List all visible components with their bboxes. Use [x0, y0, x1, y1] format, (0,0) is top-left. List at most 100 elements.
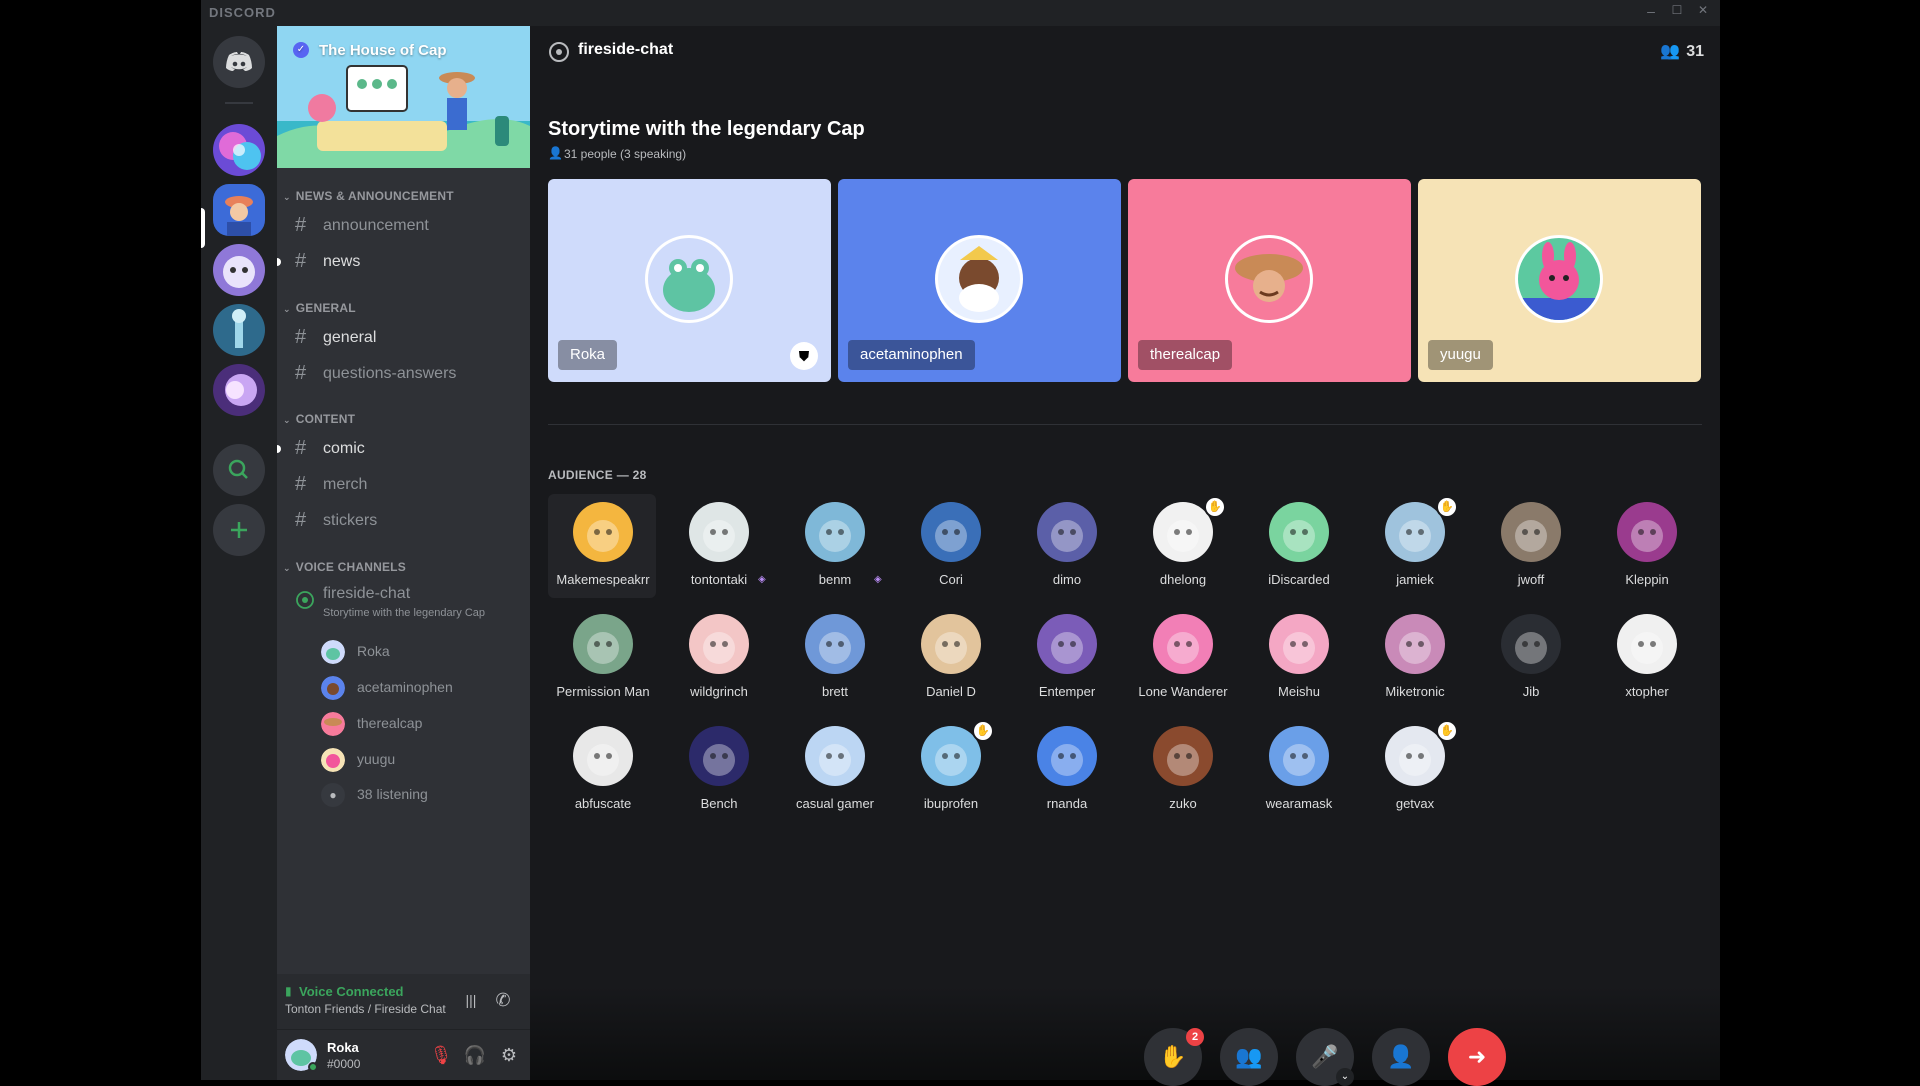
close-button[interactable]: ✕ — [1693, 3, 1713, 17]
avatar — [1501, 502, 1561, 562]
audience-member-name: abfuscate — [548, 796, 658, 811]
add-server-button[interactable] — [213, 504, 265, 556]
chevron-down-icon[interactable]: ⌄ — [1336, 1068, 1354, 1086]
server-icon-5[interactable] — [213, 364, 265, 416]
audience-member-name: rnanda — [1012, 796, 1122, 811]
audience-member[interactable]: Miketronic — [1360, 606, 1468, 710]
headphones-icon[interactable]: 🎧 — [461, 1041, 489, 1069]
audience-member[interactable]: brett — [780, 606, 888, 710]
selected-server-indicator — [201, 208, 205, 248]
member-count-button[interactable]: 👥31 — [1660, 41, 1704, 61]
online-status-icon — [308, 1062, 318, 1072]
invite-speakers-button[interactable]: 👥 — [1220, 1028, 1278, 1086]
audience-member[interactable]: iDiscarded — [1244, 494, 1352, 598]
channel-questions-answers[interactable]: #questions-answers — [285, 358, 520, 390]
raised-hand-icon: ✋ — [1436, 496, 1458, 518]
avatar — [321, 676, 345, 700]
audience-member-name: Cori — [896, 572, 1006, 587]
channel-stickers[interactable]: #stickers — [285, 505, 520, 537]
audience-member[interactable]: rnanda — [1012, 718, 1120, 822]
audience-member[interactable]: getvax✋ — [1360, 718, 1468, 822]
stage-channel-icon — [295, 590, 315, 610]
audience-member[interactable]: Entemper — [1012, 606, 1120, 710]
channel-announcement[interactable]: #announcement — [285, 210, 520, 242]
category-voice[interactable]: ⌄VOICE CHANNELS — [283, 560, 406, 574]
audience-member[interactable]: wildgrinch — [664, 606, 772, 710]
home-button[interactable] — [213, 36, 265, 88]
invite-button[interactable]: 👤 — [1372, 1028, 1430, 1086]
audience-member[interactable]: Kleppin — [1592, 494, 1700, 598]
people-icon: ● — [321, 783, 345, 807]
avatar — [689, 502, 749, 562]
audience-member[interactable]: benm◈ — [780, 494, 888, 598]
audience-member[interactable]: Lone Wanderer — [1128, 606, 1236, 710]
audience-member[interactable]: casual gamer — [780, 718, 888, 822]
audience-member-name: Bench — [664, 796, 774, 811]
speaker-tile[interactable]: yuugu — [1418, 179, 1701, 382]
explore-servers-button[interactable] — [213, 444, 265, 496]
avatar — [573, 614, 633, 674]
channel-comic[interactable]: #comic — [285, 433, 520, 465]
noise-suppression-icon[interactable]: ||| — [457, 986, 485, 1014]
audience-member[interactable]: Makemespeakrr — [548, 494, 656, 598]
audience-member-name: jwoff — [1476, 572, 1586, 587]
audience-member[interactable]: wearamask — [1244, 718, 1352, 822]
text-channel-icon: # — [295, 250, 306, 273]
user-tag: #0000 — [327, 1057, 360, 1071]
audience-member[interactable]: Permission Man — [548, 606, 656, 710]
server-name-header[interactable]: ✓ The House of Cap ⌄ — [319, 42, 447, 59]
speaker-tile[interactable]: acetaminophen — [838, 179, 1121, 382]
server-icon-3[interactable] — [213, 244, 265, 296]
title-bar: DISCORD – ☐ ✕ — [201, 0, 1720, 26]
category-content[interactable]: ⌄CONTENT — [283, 412, 355, 426]
stage-topic: Storytime with the legendary Cap — [548, 118, 865, 141]
microphone-button[interactable]: 🎤 ⌄ — [1296, 1028, 1354, 1086]
audience-member[interactable]: Daniel D — [896, 606, 1004, 710]
channel-merch[interactable]: #merch — [285, 469, 520, 501]
audience-member-name: dimo — [1012, 572, 1122, 587]
text-channel-icon: # — [295, 473, 306, 496]
category-news[interactable]: ⌄NEWS & ANNOUNCEMENT — [283, 189, 454, 203]
gear-icon[interactable]: ⚙ — [495, 1041, 523, 1069]
channel-news[interactable]: #news — [285, 246, 520, 278]
channel-general[interactable]: #general — [285, 322, 520, 354]
audience-member[interactable]: jwoff — [1476, 494, 1584, 598]
audience-member[interactable]: abfuscate — [548, 718, 656, 822]
avatar — [805, 726, 865, 786]
disconnect-icon[interactable]: ✆ — [489, 986, 517, 1014]
audience-member[interactable]: Cori — [896, 494, 1004, 598]
mute-mic-icon[interactable]: 🎙 — [427, 1041, 455, 1069]
raise-hand-button[interactable]: ✋ 2 — [1144, 1028, 1202, 1086]
server-banner[interactable]: ✓ The House of Cap ⌄ — [277, 26, 530, 168]
avatar — [689, 614, 749, 674]
member-count: 31 — [1686, 43, 1704, 60]
minimize-button[interactable]: – — [1641, 3, 1661, 19]
audience-member[interactable]: xtopher — [1592, 606, 1700, 710]
audience-member[interactable]: tontontaki◈ — [664, 494, 772, 598]
username: Roka — [327, 1040, 359, 1055]
speaker-tile[interactable]: Roka ⛊ — [548, 179, 831, 382]
unread-indicator — [277, 445, 281, 453]
server-icon-4[interactable] — [213, 304, 265, 356]
channel-fireside-chat[interactable]: fireside-chat Storytime with the legenda… — [285, 582, 520, 626]
voice-connected-label[interactable]: Voice Connected — [299, 984, 404, 999]
audience-member[interactable]: dhelong✋ — [1128, 494, 1236, 598]
server-icon-house-of-cap[interactable] — [213, 184, 265, 236]
audience-member[interactable]: dimo — [1012, 494, 1120, 598]
raised-hand-icon: ✋ — [1436, 720, 1458, 742]
category-general[interactable]: ⌄GENERAL — [283, 301, 356, 315]
audience-member[interactable]: Jib — [1476, 606, 1584, 710]
raise-hand-icon: ✋ — [1159, 1044, 1186, 1069]
audience-member[interactable]: jamiek✋ — [1360, 494, 1468, 598]
speaker-tile[interactable]: therealcap — [1128, 179, 1411, 382]
audience-member[interactable]: Meishu — [1244, 606, 1352, 710]
server-icon-1[interactable] — [213, 124, 265, 176]
audience-member[interactable]: Bench — [664, 718, 772, 822]
audience-member[interactable]: ibuprofen✋ — [896, 718, 1004, 822]
avatar — [1617, 614, 1677, 674]
voice-channel-topic: Storytime with the legendary Cap — [323, 607, 485, 619]
audience-member[interactable]: zuko — [1128, 718, 1236, 822]
server-name: The House of Cap — [319, 42, 447, 59]
leave-stage-button[interactable]: ➜ — [1448, 1028, 1506, 1086]
maximize-button[interactable]: ☐ — [1667, 3, 1687, 17]
